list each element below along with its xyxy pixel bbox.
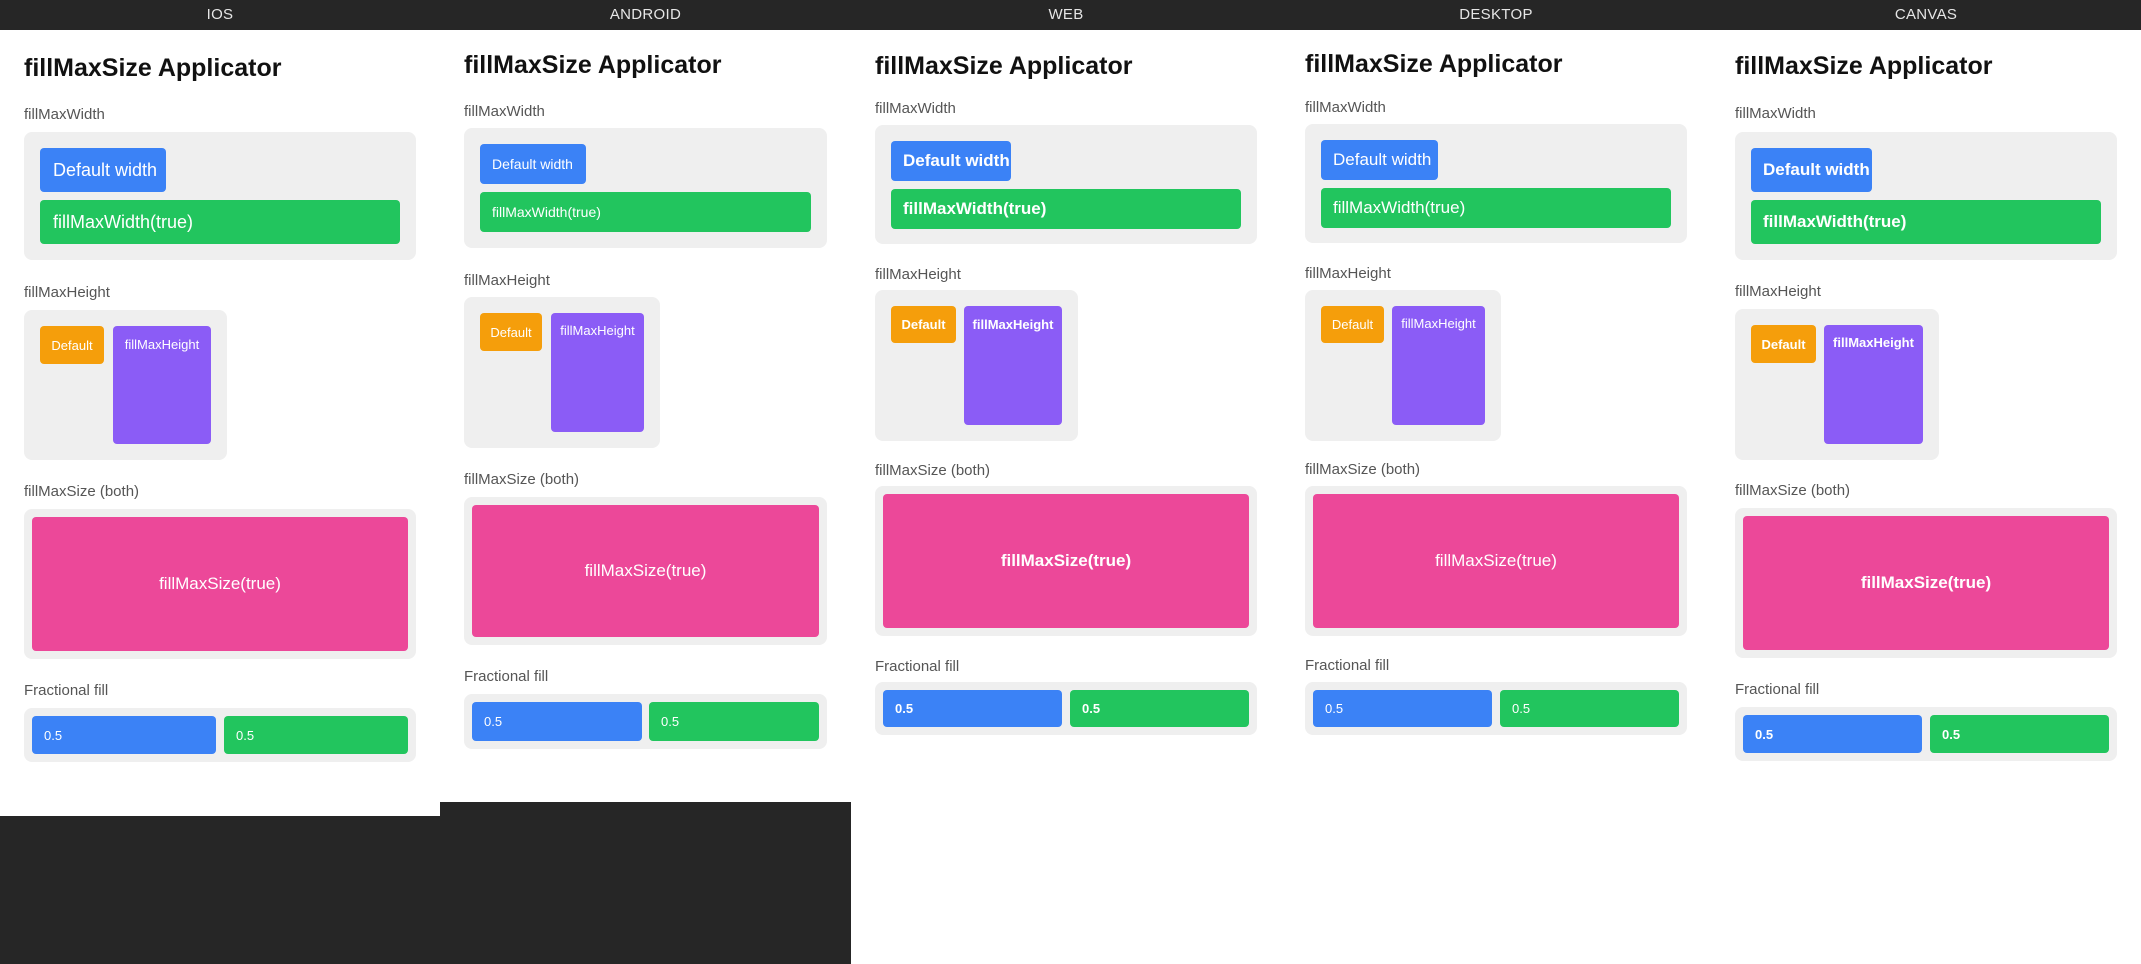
fill-max-width-button[interactable]: fillMaxWidth(true) (891, 189, 1241, 229)
column-canvas: CANVAS fillMaxSize Applicator fillMaxWid… (1711, 0, 2141, 964)
fraction-half-button-a[interactable]: 0.5 (883, 690, 1062, 727)
default-width-button[interactable]: Default width (480, 144, 586, 184)
section-label-fillmaxsize: fillMaxSize (both) (24, 483, 140, 500)
section-label-fillmaxsize: fillMaxSize (both) (1305, 461, 1421, 478)
page-title: fillMaxSize Applicator (464, 51, 722, 79)
fraction-half-button-b[interactable]: 0.5 (1500, 690, 1679, 727)
section-fractional-fill: 0.5 0.5 (24, 708, 416, 762)
preview-panel: fillMaxSize Applicator fillMaxWidth Defa… (1711, 30, 2141, 964)
fraction-half-button-a[interactable]: 0.5 (1313, 690, 1492, 727)
page-title: fillMaxSize Applicator (1305, 50, 1563, 78)
fraction-half-button-b[interactable]: 0.5 (1070, 690, 1249, 727)
section-label-fillmaxheight: fillMaxHeight (1735, 283, 1821, 300)
fill-max-size-button[interactable]: fillMaxSize(true) (883, 494, 1249, 628)
section-fillmaxwidth: Default width fillMaxWidth(true) (24, 132, 416, 260)
default-height-button[interactable]: Default (891, 306, 956, 343)
fill-max-width-button[interactable]: fillMaxWidth(true) (40, 200, 400, 244)
fill-max-size-button[interactable]: fillMaxSize(true) (1313, 494, 1679, 628)
section-label-fillmaxheight: fillMaxHeight (875, 266, 961, 283)
section-fillmaxsize: fillMaxSize(true) (875, 486, 1257, 636)
preview-panel: fillMaxSize Applicator fillMaxWidth Defa… (0, 30, 440, 816)
fraction-half-button-b[interactable]: 0.5 (224, 716, 408, 754)
column-ios: IOS fillMaxSize Applicator fillMaxWidth … (0, 0, 440, 816)
platform-header: ANDROID (440, 0, 851, 30)
fill-max-height-button[interactable]: fillMaxHeight (1392, 306, 1485, 425)
fill-max-height-button[interactable]: fillMaxHeight (1824, 325, 1923, 444)
page-title: fillMaxSize Applicator (1735, 52, 1993, 80)
section-fillmaxheight: Default fillMaxHeight (24, 310, 227, 460)
section-fillmaxwidth: Default width fillMaxWidth(true) (1305, 124, 1687, 243)
section-label-fillmaxwidth: fillMaxWidth (1305, 99, 1386, 116)
preview-panel: fillMaxSize Applicator fillMaxWidth Defa… (440, 30, 851, 802)
default-height-button[interactable]: Default (1321, 306, 1384, 343)
section-label-fillmaxsize: fillMaxSize (both) (875, 462, 991, 479)
fill-max-width-button[interactable]: fillMaxWidth(true) (1751, 200, 2101, 244)
column-web: WEB fillMaxSize Applicator fillMaxWidth … (851, 0, 1281, 964)
section-label-fillmaxsize: fillMaxSize (both) (1735, 482, 1851, 499)
section-fillmaxsize: fillMaxSize(true) (464, 497, 827, 645)
section-fillmaxsize: fillMaxSize(true) (1305, 486, 1687, 636)
section-label-fillmaxwidth: fillMaxWidth (464, 103, 545, 120)
fill-max-size-button[interactable]: fillMaxSize(true) (32, 517, 408, 651)
section-label-fillmaxsize: fillMaxSize (both) (464, 471, 580, 488)
fraction-half-button-b[interactable]: 0.5 (649, 702, 819, 741)
section-fillmaxwidth: Default width fillMaxWidth(true) (464, 128, 827, 248)
section-label-fractional-fill: Fractional fill (1735, 681, 1820, 698)
section-fillmaxwidth: Default width fillMaxWidth(true) (875, 125, 1257, 244)
section-fillmaxheight: Default fillMaxHeight (1305, 290, 1501, 441)
default-height-button[interactable]: Default (40, 326, 104, 364)
platform-header: IOS (0, 0, 440, 30)
fill-max-height-button[interactable]: fillMaxHeight (551, 313, 644, 432)
section-fractional-fill: 0.5 0.5 (464, 694, 827, 749)
fill-max-width-button[interactable]: fillMaxWidth(true) (1321, 188, 1671, 228)
preview-panel: fillMaxSize Applicator fillMaxWidth Defa… (851, 30, 1281, 964)
fill-max-width-button[interactable]: fillMaxWidth(true) (480, 192, 811, 232)
default-width-button[interactable]: Default width (1321, 140, 1438, 180)
section-fillmaxheight: Default fillMaxHeight (464, 297, 660, 448)
section-fillmaxsize: fillMaxSize(true) (24, 509, 416, 659)
section-fractional-fill: 0.5 0.5 (875, 682, 1257, 735)
column-android: ANDROID fillMaxSize Applicator fillMaxWi… (440, 0, 851, 802)
section-label-fractional-fill: Fractional fill (1305, 657, 1390, 674)
fraction-half-button-a[interactable]: 0.5 (1743, 715, 1922, 753)
section-fillmaxsize: fillMaxSize(true) (1735, 508, 2117, 658)
fraction-half-button-a[interactable]: 0.5 (32, 716, 216, 754)
platform-header: WEB (851, 0, 1281, 30)
section-fillmaxwidth: Default width fillMaxWidth(true) (1735, 132, 2117, 260)
preview-panel: fillMaxSize Applicator fillMaxWidth Defa… (1281, 30, 1711, 964)
page-title: fillMaxSize Applicator (24, 54, 282, 82)
fill-max-height-button[interactable]: fillMaxHeight (113, 326, 211, 444)
fill-max-size-button[interactable]: fillMaxSize(true) (1743, 516, 2109, 650)
section-fillmaxheight: Default fillMaxHeight (1735, 309, 1939, 460)
default-width-button[interactable]: Default width (1751, 148, 1872, 192)
section-label-fillmaxwidth: fillMaxWidth (875, 100, 956, 117)
fraction-half-button-a[interactable]: 0.5 (472, 702, 642, 741)
section-fractional-fill: 0.5 0.5 (1305, 682, 1687, 735)
section-label-fillmaxheight: fillMaxHeight (464, 272, 550, 289)
section-label-fillmaxheight: fillMaxHeight (24, 284, 110, 301)
section-fillmaxheight: Default fillMaxHeight (875, 290, 1078, 441)
section-fractional-fill: 0.5 0.5 (1735, 707, 2117, 761)
section-label-fillmaxheight: fillMaxHeight (1305, 265, 1391, 282)
page-title: fillMaxSize Applicator (875, 52, 1133, 80)
fill-max-height-button[interactable]: fillMaxHeight (964, 306, 1062, 425)
platform-header: DESKTOP (1281, 0, 1711, 30)
section-label-fillmaxwidth: fillMaxWidth (24, 106, 105, 123)
default-width-button[interactable]: Default width (40, 148, 166, 192)
section-label-fractional-fill: Fractional fill (24, 682, 109, 699)
default-width-button[interactable]: Default width (891, 141, 1011, 181)
default-height-button[interactable]: Default (1751, 325, 1816, 363)
section-label-fillmaxwidth: fillMaxWidth (1735, 105, 1816, 122)
default-height-button[interactable]: Default (480, 313, 542, 351)
section-label-fractional-fill: Fractional fill (875, 658, 960, 675)
fill-max-size-button[interactable]: fillMaxSize(true) (472, 505, 819, 637)
section-label-fractional-fill: Fractional fill (464, 668, 549, 685)
fraction-half-button-b[interactable]: 0.5 (1930, 715, 2109, 753)
column-desktop: DESKTOP fillMaxSize Applicator fillMaxWi… (1281, 0, 1711, 964)
platform-header: CANVAS (1711, 0, 2141, 30)
